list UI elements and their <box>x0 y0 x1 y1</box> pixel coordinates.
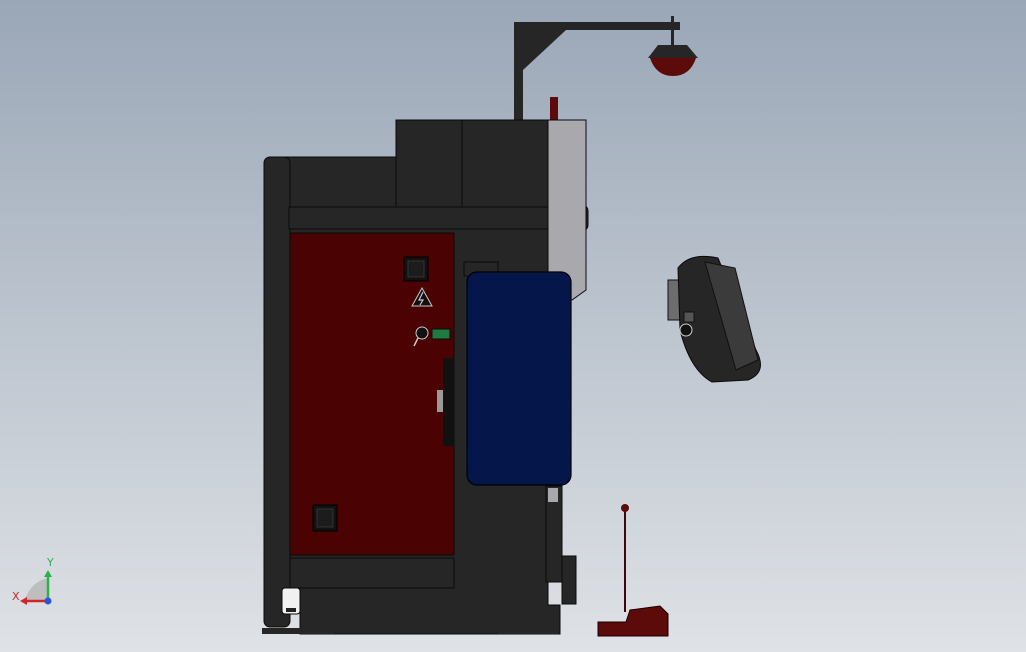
lamp-hanger <box>671 16 674 46</box>
base-slot-latch <box>286 608 296 612</box>
model-canvas[interactable]: X Y <box>0 0 1026 652</box>
triad-y-label: Y <box>46 556 54 569</box>
lower-die <box>561 555 577 605</box>
pendant-knob[interactable] <box>679 323 693 337</box>
lower-base-rail <box>289 557 455 589</box>
pedal-stand-knob[interactable] <box>621 504 629 512</box>
lamp-arm <box>514 22 680 30</box>
triad-x-label: X <box>12 590 20 603</box>
electrical-cabinet[interactable] <box>289 232 455 556</box>
red-indicator-post <box>550 97 558 120</box>
cad-viewport[interactable]: X Y <box>0 0 1026 652</box>
triad-z-axis <box>44 597 52 605</box>
pendant-keypad[interactable] <box>683 311 695 323</box>
upper-housing-left <box>395 119 463 211</box>
cabinet-vent-top-inner <box>407 260 425 278</box>
lamp-post <box>514 22 523 122</box>
lower-ram-clamp <box>548 488 558 502</box>
hydraulic-unit[interactable] <box>463 261 572 486</box>
door-handle-grip[interactable] <box>437 390 443 412</box>
upper-housing-right <box>461 119 549 211</box>
frame-foot-right <box>498 628 558 634</box>
cabinet-vent-bottom-inner <box>316 508 334 528</box>
door-handle-bar[interactable] <box>443 358 454 446</box>
left-pillar <box>263 156 291 628</box>
hydraulic-tank[interactable] <box>466 271 572 486</box>
crossbeam <box>288 206 580 230</box>
main-switch-indicator[interactable] <box>431 328 451 340</box>
frame-foot-left <box>262 628 334 634</box>
